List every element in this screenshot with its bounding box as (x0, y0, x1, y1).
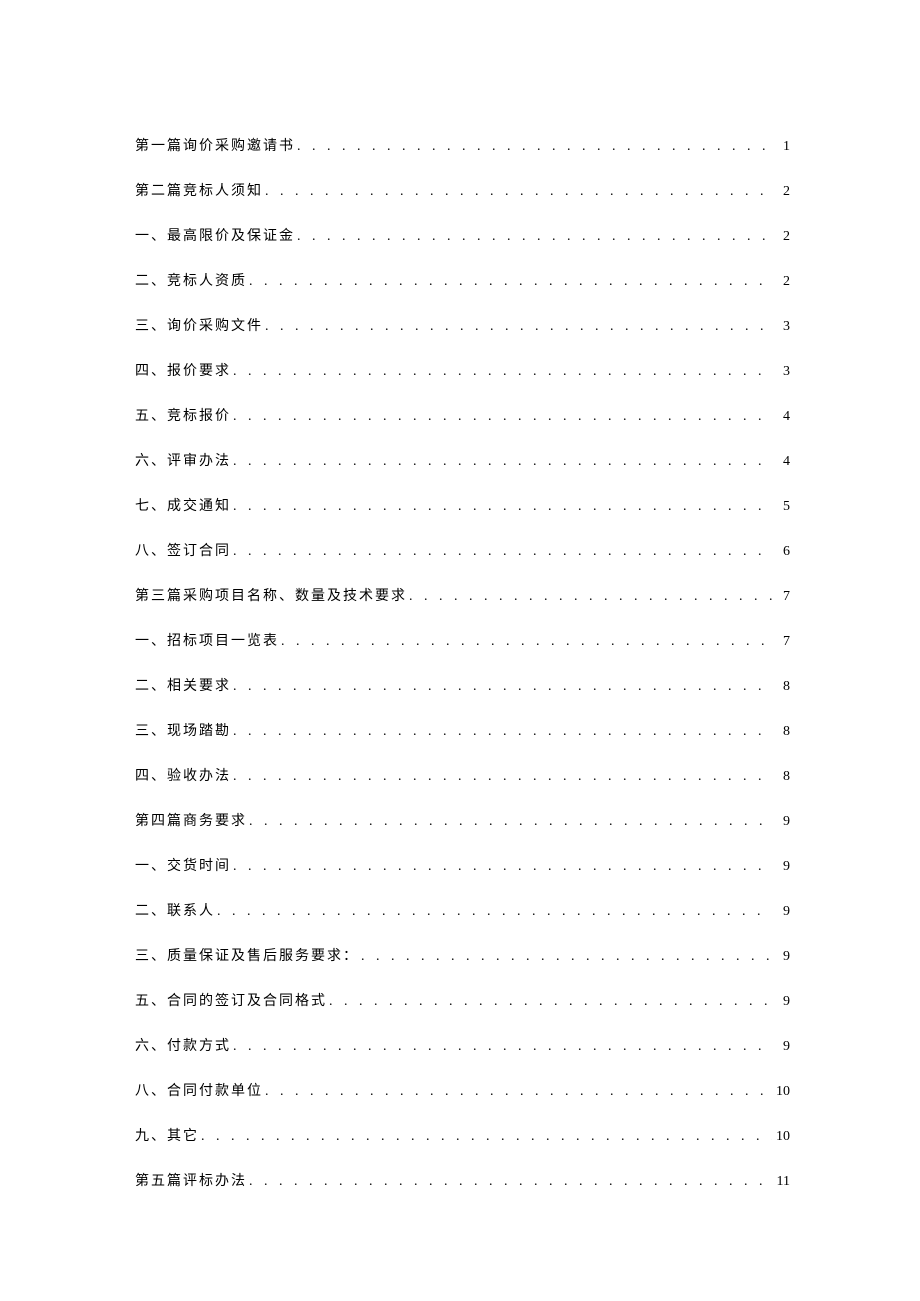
toc-entry: 三、质量保证及售后服务要求：. . . . . . . . . . . . . … (135, 945, 790, 990)
toc-dot-leader: . . . . . . . . . . . . . . . . . . . . … (279, 634, 772, 650)
toc-entry-page: 4 (772, 454, 790, 470)
toc-entry-title: 三、询价采购文件 (135, 315, 263, 335)
toc-entry-title: 第二篇竞标人须知 (135, 180, 263, 200)
toc-entry-title: 第一篇询价采购邀请书 (135, 135, 295, 155)
toc-entry-title: 二、相关要求 (135, 675, 231, 695)
toc-entry: 一、交货时间. . . . . . . . . . . . . . . . . … (135, 855, 790, 900)
document-page: 第一篇询价采购邀请书. . . . . . . . . . . . . . . … (0, 0, 920, 1301)
toc-dot-leader: . . . . . . . . . . . . . . . . . . . . … (231, 769, 772, 785)
toc-entry-page: 9 (772, 859, 790, 875)
toc-entry-page: 9 (772, 994, 790, 1010)
toc-entry-title: 第三篇采购项目名称、数量及技术要求 (135, 585, 407, 605)
toc-entry: 五、合同的签订及合同格式. . . . . . . . . . . . . . … (135, 990, 790, 1035)
toc-entry: 第一篇询价采购邀请书. . . . . . . . . . . . . . . … (135, 135, 790, 180)
toc-dot-leader: . . . . . . . . . . . . . . . . . . . . … (247, 814, 772, 830)
toc-entry-title: 一、交货时间 (135, 855, 231, 875)
toc-dot-leader: . . . . . . . . . . . . . . . . . . . . … (231, 1039, 772, 1055)
toc-dot-leader: . . . . . . . . . . . . . . . . . . . . … (231, 724, 772, 740)
toc-dot-leader: . . . . . . . . . . . . . . . . . . . . … (231, 544, 772, 560)
toc-entry: 五、竞标报价. . . . . . . . . . . . . . . . . … (135, 405, 790, 450)
toc-entry-title: 七、成交通知 (135, 495, 231, 515)
toc-entry-title: 四、报价要求 (135, 360, 231, 380)
toc-entry-page: 9 (772, 949, 790, 965)
toc-entry-title: 五、竞标报价 (135, 405, 231, 425)
toc-entry-page: 4 (772, 409, 790, 425)
toc-entry: 二、竞标人资质. . . . . . . . . . . . . . . . .… (135, 270, 790, 315)
toc-entry-title: 八、合同付款单位 (135, 1080, 263, 1100)
toc-entry: 三、现场踏勘. . . . . . . . . . . . . . . . . … (135, 720, 790, 765)
toc-entry: 六、评审办法. . . . . . . . . . . . . . . . . … (135, 450, 790, 495)
toc-entry: 第三篇采购项目名称、数量及技术要求. . . . . . . . . . . .… (135, 585, 790, 630)
toc-dot-leader: . . . . . . . . . . . . . . . . . . . . … (231, 859, 772, 875)
toc-entry-page: 7 (772, 589, 790, 605)
toc-entry-page: 9 (772, 904, 790, 920)
toc-entry-page: 10 (772, 1084, 790, 1100)
toc-entry-page: 8 (772, 769, 790, 785)
toc-dot-leader: . . . . . . . . . . . . . . . . . . . . … (247, 1174, 772, 1190)
toc-entry-title: 第五篇评标办法 (135, 1170, 247, 1190)
toc-entry-page: 5 (772, 499, 790, 515)
toc-dot-leader: . . . . . . . . . . . . . . . . . . . . … (295, 229, 772, 245)
toc-dot-leader: . . . . . . . . . . . . . . . . . . . . … (295, 139, 772, 155)
toc-dot-leader: . . . . . . . . . . . . . . . . . . . . … (215, 904, 772, 920)
toc-entry: 第四篇商务要求. . . . . . . . . . . . . . . . .… (135, 810, 790, 855)
toc-entry-page: 2 (772, 229, 790, 245)
toc-entry-page: 7 (772, 634, 790, 650)
toc-entry-title: 五、合同的签订及合同格式 (135, 990, 327, 1010)
toc-entry-page: 1 (772, 139, 790, 155)
toc-dot-leader: . . . . . . . . . . . . . . . . . . . . … (231, 409, 772, 425)
toc-dot-leader: . . . . . . . . . . . . . . . . . . . . … (231, 364, 772, 380)
toc-entry-title: 二、竞标人资质 (135, 270, 247, 290)
toc-entry: 九、其它. . . . . . . . . . . . . . . . . . … (135, 1125, 790, 1170)
toc-entry-title: 四、验收办法 (135, 765, 231, 785)
toc-dot-leader: . . . . . . . . . . . . . . . . . . . . … (247, 274, 772, 290)
toc-entry: 四、验收办法. . . . . . . . . . . . . . . . . … (135, 765, 790, 810)
toc-entry-page: 8 (772, 724, 790, 740)
toc-entry: 第二篇竞标人须知. . . . . . . . . . . . . . . . … (135, 180, 790, 225)
toc-entry-page: 9 (772, 1039, 790, 1055)
toc-entry: 二、联系人. . . . . . . . . . . . . . . . . .… (135, 900, 790, 945)
toc-entry-page: 8 (772, 679, 790, 695)
toc-dot-leader: . . . . . . . . . . . . . . . . . . . . … (359, 949, 772, 965)
toc-dot-leader: . . . . . . . . . . . . . . . . . . . . … (199, 1129, 772, 1145)
toc-dot-leader: . . . . . . . . . . . . . . . . . . . . … (327, 994, 772, 1010)
toc-entry-page: 2 (772, 274, 790, 290)
toc-entry-title: 一、最高限价及保证金 (135, 225, 295, 245)
table-of-contents: 第一篇询价采购邀请书. . . . . . . . . . . . . . . … (135, 135, 790, 1215)
toc-dot-leader: . . . . . . . . . . . . . . . . . . . . … (407, 589, 772, 605)
toc-entry-title: 九、其它 (135, 1125, 199, 1145)
toc-dot-leader: . . . . . . . . . . . . . . . . . . . . … (231, 454, 772, 470)
toc-entry-page: 9 (772, 814, 790, 830)
toc-entry: 三、询价采购文件. . . . . . . . . . . . . . . . … (135, 315, 790, 360)
toc-entry: 一、招标项目一览表. . . . . . . . . . . . . . . .… (135, 630, 790, 675)
toc-entry-title: 八、签订合同 (135, 540, 231, 560)
toc-dot-leader: . . . . . . . . . . . . . . . . . . . . … (231, 499, 772, 515)
toc-entry: 一、最高限价及保证金. . . . . . . . . . . . . . . … (135, 225, 790, 270)
toc-entry-title: 一、招标项目一览表 (135, 630, 279, 650)
toc-entry-page: 3 (772, 319, 790, 335)
toc-dot-leader: . . . . . . . . . . . . . . . . . . . . … (263, 319, 772, 335)
toc-dot-leader: . . . . . . . . . . . . . . . . . . . . … (263, 1084, 772, 1100)
toc-entry-title: 六、付款方式 (135, 1035, 231, 1055)
toc-entry-page: 3 (772, 364, 790, 380)
toc-entry-page: 11 (772, 1174, 790, 1190)
toc-entry-page: 2 (772, 184, 790, 200)
toc-entry-page: 6 (772, 544, 790, 560)
toc-entry: 八、签订合同. . . . . . . . . . . . . . . . . … (135, 540, 790, 585)
toc-entry: 二、相关要求. . . . . . . . . . . . . . . . . … (135, 675, 790, 720)
toc-entry-title: 三、现场踏勘 (135, 720, 231, 740)
toc-entry-page: 10 (772, 1129, 790, 1145)
toc-dot-leader: . . . . . . . . . . . . . . . . . . . . … (231, 679, 772, 695)
toc-entry-title: 第四篇商务要求 (135, 810, 247, 830)
toc-entry: 七、成交通知. . . . . . . . . . . . . . . . . … (135, 495, 790, 540)
toc-entry: 八、合同付款单位. . . . . . . . . . . . . . . . … (135, 1080, 790, 1125)
toc-entry-title: 六、评审办法 (135, 450, 231, 470)
toc-entry: 四、报价要求. . . . . . . . . . . . . . . . . … (135, 360, 790, 405)
toc-dot-leader: . . . . . . . . . . . . . . . . . . . . … (263, 184, 772, 200)
toc-entry: 六、付款方式. . . . . . . . . . . . . . . . . … (135, 1035, 790, 1080)
toc-entry-title: 二、联系人 (135, 900, 215, 920)
toc-entry-title: 三、质量保证及售后服务要求： (135, 945, 359, 965)
toc-entry: 第五篇评标办法. . . . . . . . . . . . . . . . .… (135, 1170, 790, 1215)
